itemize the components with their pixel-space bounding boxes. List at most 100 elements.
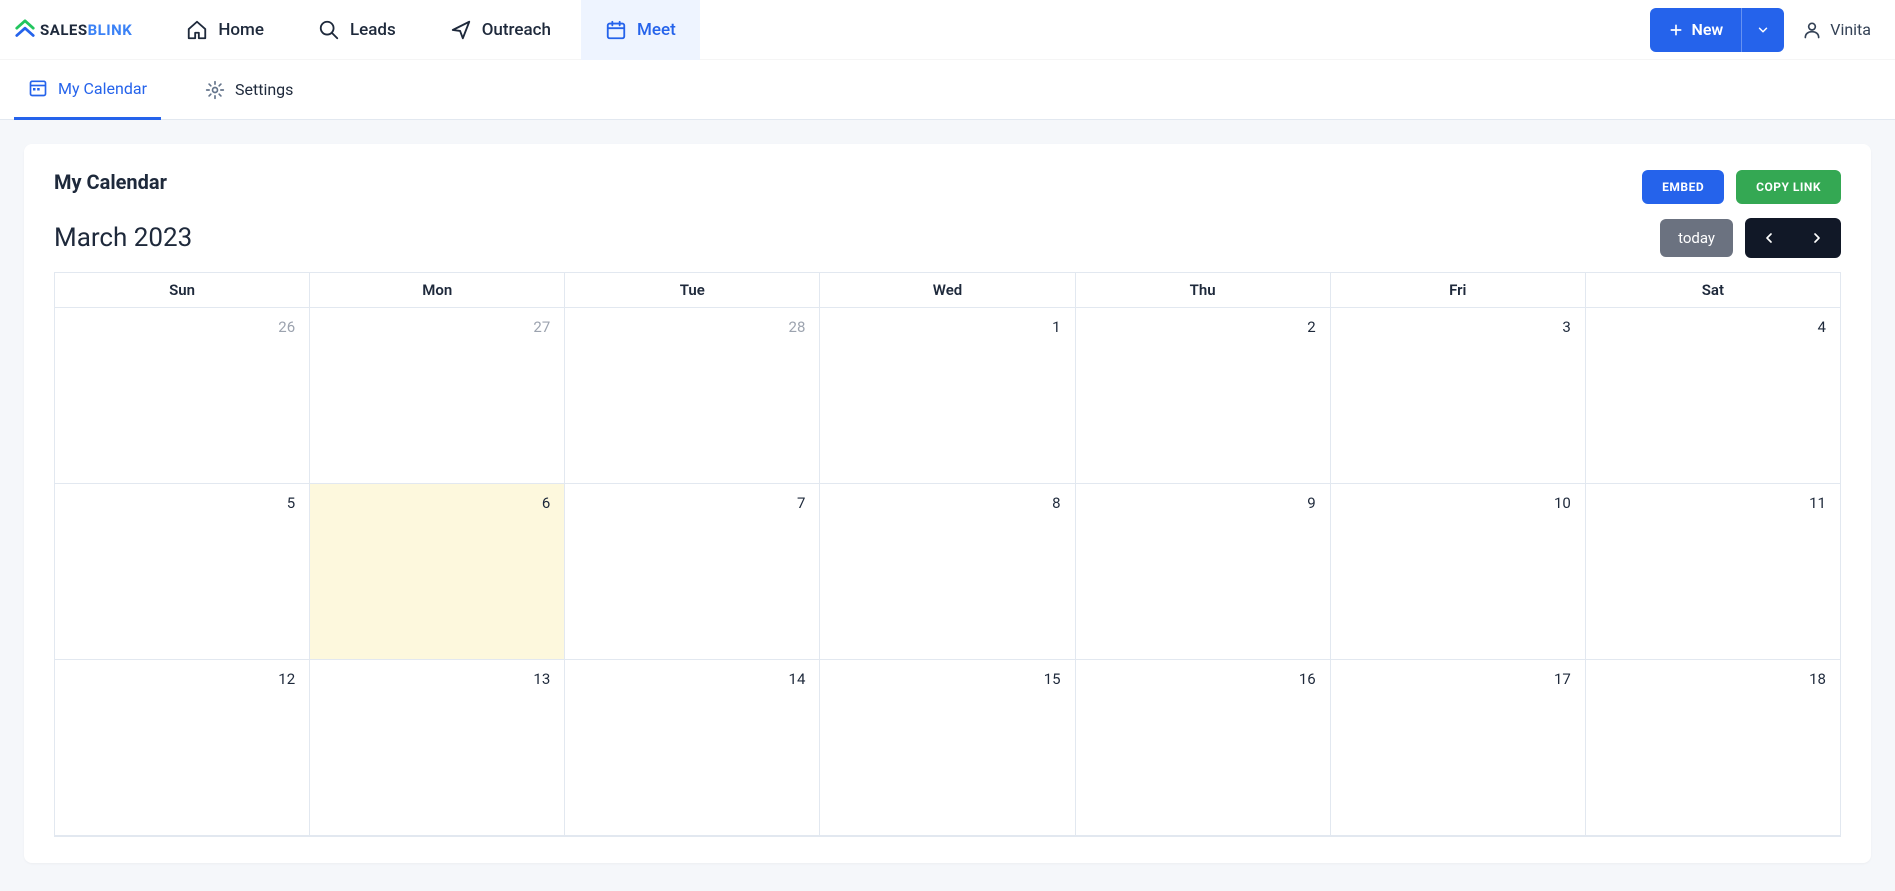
calendar-row: 12 13 14 15 16 17 18 (55, 660, 1840, 836)
day-header-sat: Sat (1586, 273, 1840, 308)
calendar-day-number: 4 (1818, 318, 1826, 336)
calendar-cell[interactable]: 14 (565, 660, 820, 836)
logo[interactable]: SALESBLINK (14, 19, 132, 41)
chevron-right-icon (1809, 230, 1825, 246)
calendar-day-number: 7 (797, 494, 805, 512)
subnav-settings-label: Settings (235, 80, 293, 99)
plus-icon (1668, 22, 1684, 38)
calendar-nav (1745, 218, 1841, 258)
nav-home-label: Home (218, 20, 264, 40)
calendar-day-number: 1 (1052, 318, 1060, 336)
calendar-cell[interactable]: 16 (1076, 660, 1331, 836)
calendar-cell[interactable]: 26 (55, 308, 310, 484)
calendar-day-number: 11 (1809, 494, 1826, 512)
send-icon (450, 19, 472, 41)
nav-outreach-label: Outreach (482, 20, 551, 40)
nav-leads-label: Leads (350, 20, 396, 40)
calendar-cell[interactable]: 3 (1331, 308, 1586, 484)
subnav-my-calendar[interactable]: My Calendar (14, 60, 161, 120)
calendar-cell[interactable]: 17 (1331, 660, 1586, 836)
calendar-cell[interactable]: 18 (1586, 660, 1840, 836)
month-row: March 2023 today (54, 218, 1841, 258)
calendar-day-number: 28 (789, 318, 806, 336)
calendar-day-number: 13 (533, 670, 550, 688)
calendar-day-number: 15 (1044, 670, 1061, 688)
nav-meet-label: Meet (637, 20, 676, 40)
day-header-fri: Fri (1331, 273, 1586, 308)
calendar-day-number: 5 (287, 494, 295, 512)
calendar-row: 5 6 7 8 9 10 11 (55, 484, 1840, 660)
calendar-cell[interactable]: 6 (310, 484, 565, 660)
page-title: My Calendar (54, 170, 167, 194)
calendar-controls: today (1660, 218, 1841, 258)
nav-home[interactable]: Home (162, 0, 288, 60)
calendar-day-number: 10 (1554, 494, 1571, 512)
calendar-day-number: 2 (1307, 318, 1315, 336)
calendar-day-number: 8 (1052, 494, 1060, 512)
gear-icon (205, 80, 225, 100)
logo-text: SALESBLINK (40, 21, 132, 39)
home-icon (186, 19, 208, 41)
calendar-day-number: 3 (1562, 318, 1570, 336)
day-header-tue: Tue (565, 273, 820, 308)
calendar-cell[interactable]: 1 (820, 308, 1075, 484)
nav-leads[interactable]: Leads (294, 0, 420, 60)
new-button-main[interactable]: New (1650, 20, 1742, 39)
calendar-day-number: 17 (1554, 670, 1571, 688)
search-icon (318, 19, 340, 41)
chevron-left-icon (1761, 230, 1777, 246)
calendar-day-number: 9 (1307, 494, 1315, 512)
month-title: March 2023 (54, 223, 192, 253)
calendar-cell[interactable]: 4 (1586, 308, 1840, 484)
nav-outreach[interactable]: Outreach (426, 0, 575, 60)
new-button: New (1650, 8, 1785, 52)
today-button[interactable]: today (1660, 219, 1733, 257)
subnav-settings[interactable]: Settings (191, 60, 307, 120)
calendar-card: My Calendar EMBED COPY LINK March 2023 t… (24, 144, 1871, 863)
day-header-mon: Mon (310, 273, 565, 308)
card-header: My Calendar EMBED COPY LINK (54, 170, 1841, 204)
prev-month-button[interactable] (1745, 218, 1793, 258)
copy-link-button[interactable]: COPY LINK (1736, 170, 1841, 204)
day-header-sun: Sun (55, 273, 310, 308)
calendar-cell[interactable]: 11 (1586, 484, 1840, 660)
day-header-wed: Wed (820, 273, 1075, 308)
main-nav: Home Leads Outreach Meet (162, 0, 699, 60)
calendar-cell[interactable]: 9 (1076, 484, 1331, 660)
calendar-cell[interactable]: 7 (565, 484, 820, 660)
calendar-cell[interactable]: 15 (820, 660, 1075, 836)
page: My Calendar EMBED COPY LINK March 2023 t… (0, 120, 1895, 887)
calendar-cell[interactable]: 28 (565, 308, 820, 484)
nav-meet[interactable]: Meet (581, 0, 700, 60)
calendar-cell[interactable]: 10 (1331, 484, 1586, 660)
calendar-cell[interactable]: 27 (310, 308, 565, 484)
user-menu[interactable]: Vinita (1802, 20, 1881, 40)
calendar-cell[interactable]: 2 (1076, 308, 1331, 484)
calendar-row: 26 27 28 1 2 3 4 (55, 308, 1840, 484)
calendar-cell[interactable]: 5 (55, 484, 310, 660)
card-actions: EMBED COPY LINK (1642, 170, 1841, 204)
user-name: Vinita (1830, 20, 1871, 39)
calendar-header-row: Sun Mon Tue Wed Thu Fri Sat (55, 273, 1840, 308)
calendar-day-number: 6 (542, 494, 550, 512)
embed-button[interactable]: EMBED (1642, 170, 1724, 204)
calendar-cell[interactable]: 8 (820, 484, 1075, 660)
calendar-icon (605, 19, 627, 41)
logo-icon (14, 19, 36, 41)
user-icon (1802, 20, 1822, 40)
new-button-label: New (1692, 20, 1724, 39)
calendar-day-number: 12 (278, 670, 295, 688)
topbar: SALESBLINK Home Leads Outreach Meet New (0, 0, 1895, 60)
calendar-grid-icon (28, 78, 48, 98)
calendar-body: 262728123456789101112131415161718 (55, 308, 1840, 836)
topbar-right: New Vinita (1650, 8, 1882, 52)
subnav-my-calendar-label: My Calendar (58, 79, 147, 98)
calendar-day-number: 14 (789, 670, 806, 688)
next-month-button[interactable] (1793, 218, 1841, 258)
calendar-day-number: 16 (1299, 670, 1316, 688)
calendar-cell[interactable]: 13 (310, 660, 565, 836)
calendar-cell[interactable]: 12 (55, 660, 310, 836)
subnav: My Calendar Settings (0, 60, 1895, 120)
calendar-day-number: 26 (278, 318, 295, 336)
new-button-dropdown[interactable] (1741, 8, 1784, 52)
